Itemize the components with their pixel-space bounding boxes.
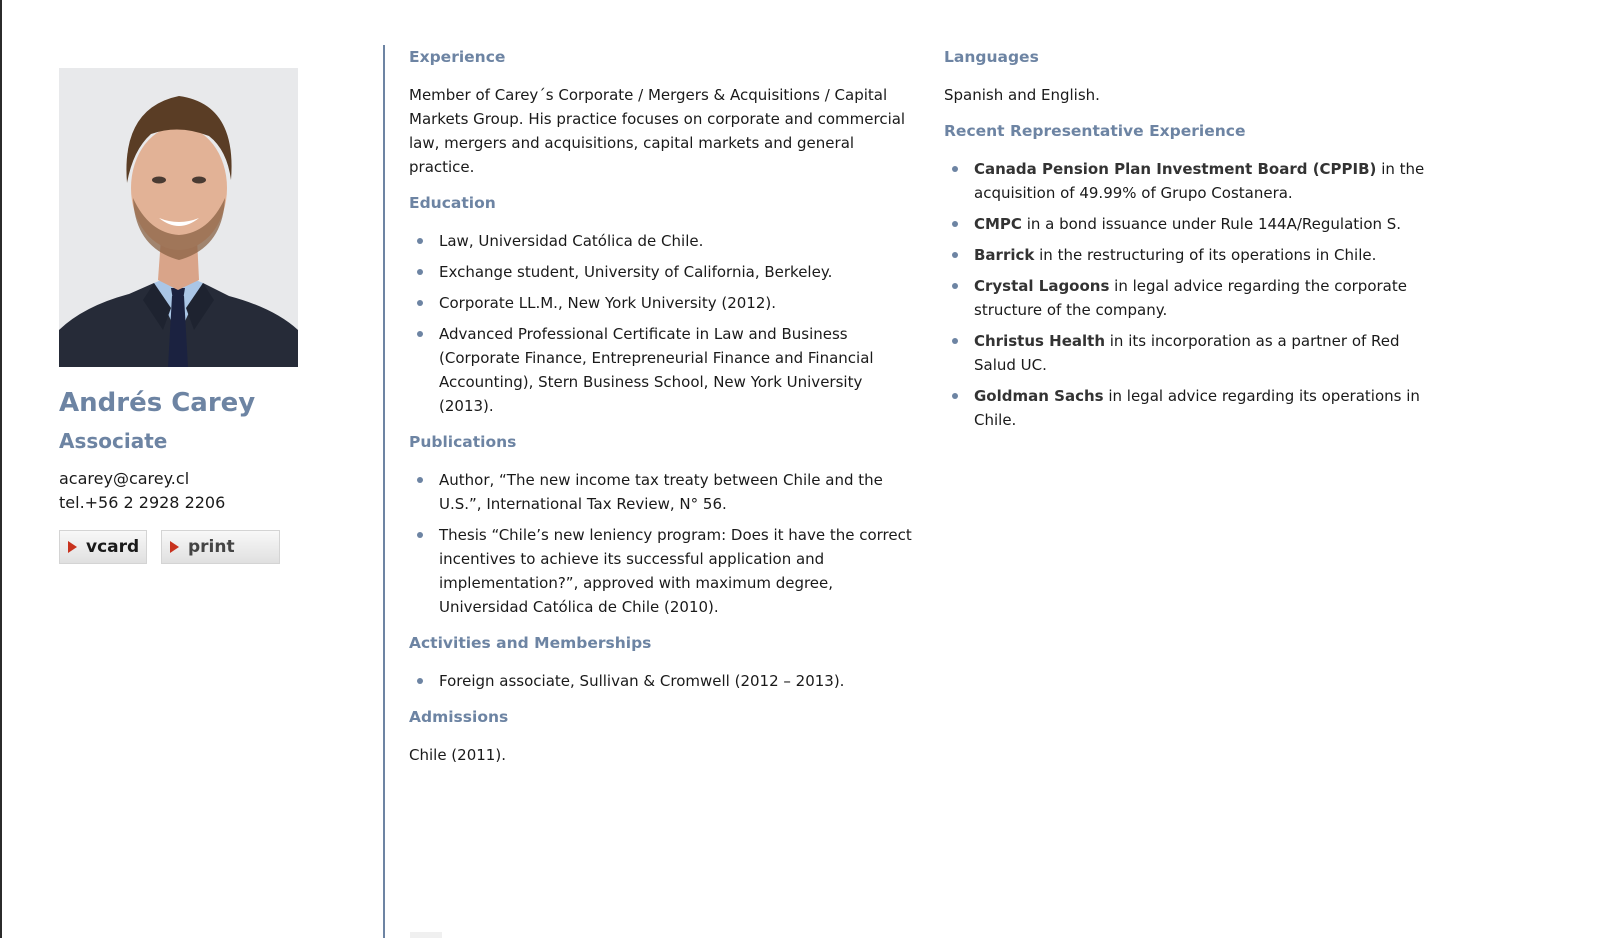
education-section: Education Law, Universidad Católica de C…: [409, 191, 914, 418]
play-arrow-icon: [170, 541, 179, 553]
education-heading: Education: [409, 194, 496, 212]
client-name: Goldman Sachs: [974, 387, 1104, 405]
bullet-icon: [952, 338, 958, 344]
activities-list: Foreign associate, Sullivan & Cromwell (…: [409, 669, 914, 693]
list-item: Goldman Sachs in legal advice regarding …: [944, 384, 1444, 432]
bullet-icon: [417, 477, 423, 483]
client-name: Canada Pension Plan Investment Board (CP…: [974, 160, 1377, 178]
bullet-icon: [952, 166, 958, 172]
client-name: CMPC: [974, 215, 1022, 233]
education-item-text: Advanced Professional Certificate in Law…: [439, 325, 874, 415]
list-item: Author, “The new income tax treaty betwe…: [409, 468, 914, 516]
bullet-icon: [952, 221, 958, 227]
recent-experience-list: Canada Pension Plan Investment Board (CP…: [944, 157, 1444, 432]
profile-name: Andrés Carey: [59, 388, 256, 418]
bullet-icon: [952, 393, 958, 399]
publications-heading: Publications: [409, 433, 517, 451]
print-button[interactable]: print: [161, 530, 280, 564]
publications-list: Author, “The new income tax treaty betwe…: [409, 468, 914, 619]
languages-section: Languages Spanish and English.: [944, 45, 1444, 107]
bullet-icon: [417, 678, 423, 684]
email-text[interactable]: acarey@carey.cl: [59, 469, 189, 488]
client-description: in the restructuring of its operations i…: [1034, 246, 1377, 264]
list-item: Law, Universidad Católica de Chile.: [409, 229, 914, 253]
bullet-icon: [417, 269, 423, 275]
admissions-heading: Admissions: [409, 708, 509, 726]
education-item-text: Exchange student, University of Californ…: [439, 263, 833, 281]
publications-section: Publications Author, “The new income tax…: [409, 430, 914, 619]
column-divider: [383, 45, 385, 938]
bullet-icon: [952, 252, 958, 258]
list-item: Christus Health in its incorporation as …: [944, 329, 1444, 377]
profile-title: Associate: [59, 429, 168, 453]
list-item: Barrick in the restructuring of its oper…: [944, 243, 1444, 267]
list-item: Foreign associate, Sullivan & Cromwell (…: [409, 669, 914, 693]
window-left-border: [0, 0, 2, 938]
list-item: Advanced Professional Certificate in Law…: [409, 322, 914, 418]
bullet-icon: [417, 331, 423, 337]
experience-heading: Experience: [409, 48, 506, 66]
admissions-section: Admissions Chile (2011).: [409, 705, 914, 767]
phone-text: tel.+56 2 2928 2206: [59, 493, 226, 512]
admissions-text: Chile (2011).: [409, 746, 506, 764]
play-arrow-icon: [68, 541, 77, 553]
list-item: Thesis “Chile’s new leniency program: Do…: [409, 523, 914, 619]
experience-text: Member of Carey´s Corporate / Mergers & …: [409, 86, 906, 176]
profile-photo: [59, 68, 298, 367]
languages-heading: Languages: [944, 48, 1039, 66]
client-description: in a bond issuance under Rule 144A/Regul…: [1021, 215, 1402, 233]
vcard-label: vcard: [86, 537, 140, 557]
client-name: Barrick: [974, 246, 1035, 264]
list-item: Exchange student, University of Californ…: [409, 260, 914, 284]
publication-item-text: Author, “The new income tax treaty betwe…: [439, 471, 883, 513]
recent-experience-section: Recent Representative Experience Canada …: [944, 119, 1444, 432]
experience-section: Experience Member of Carey´s Corporate /…: [409, 45, 914, 179]
side-column: Languages Spanish and English. Recent Re…: [944, 45, 1444, 444]
publication-item-text: Thesis “Chile’s new leniency program: Do…: [439, 526, 912, 616]
main-column: Experience Member of Carey´s Corporate /…: [409, 45, 914, 779]
education-item-text: Corporate LL.M., New York University (20…: [439, 294, 777, 312]
languages-text: Spanish and English.: [944, 86, 1100, 104]
activity-item-text: Foreign associate, Sullivan & Cromwell (…: [439, 672, 845, 690]
scroll-indicator: [410, 932, 442, 938]
client-name: Crystal Lagoons: [974, 277, 1110, 295]
bullet-icon: [952, 283, 958, 289]
vcard-button[interactable]: vcard: [59, 530, 147, 564]
bullet-icon: [417, 532, 423, 538]
education-list: Law, Universidad Católica de Chile. Exch…: [409, 229, 914, 418]
activities-section: Activities and Memberships Foreign assoc…: [409, 631, 914, 693]
education-item-text: Law, Universidad Católica de Chile.: [439, 232, 704, 250]
bullet-icon: [417, 300, 423, 306]
client-name: Christus Health: [974, 332, 1105, 350]
bullet-icon: [417, 238, 423, 244]
list-item: Canada Pension Plan Investment Board (CP…: [944, 157, 1444, 205]
list-item: Crystal Lagoons in legal advice regardin…: [944, 274, 1444, 322]
list-item: CMPC in a bond issuance under Rule 144A/…: [944, 212, 1444, 236]
list-item: Corporate LL.M., New York University (20…: [409, 291, 914, 315]
activities-heading: Activities and Memberships: [409, 634, 652, 652]
print-label: print: [188, 537, 235, 557]
recent-experience-heading: Recent Representative Experience: [944, 122, 1246, 140]
